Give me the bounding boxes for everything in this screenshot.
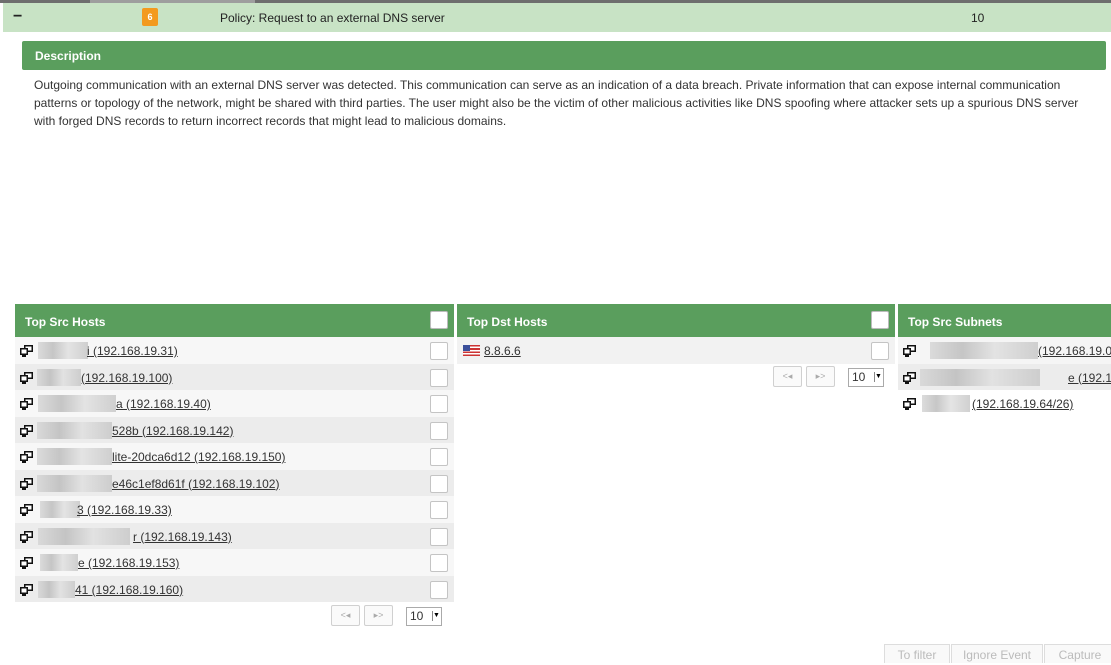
row-checkbox[interactable] bbox=[871, 342, 889, 360]
row-checkbox[interactable] bbox=[430, 501, 448, 519]
row-checkbox[interactable] bbox=[430, 368, 448, 387]
table-row[interactable]: a (192.168.19.40) bbox=[15, 390, 454, 417]
prev-page-button[interactable]: <◂ bbox=[773, 366, 802, 387]
row-checkbox[interactable] bbox=[430, 342, 448, 360]
table-row[interactable]: 528b (192.168.19.142) bbox=[15, 416, 454, 443]
event-policy-name: Policy: Request to an external DNS serve… bbox=[220, 11, 445, 25]
select-all-checkbox[interactable] bbox=[871, 311, 889, 329]
host-icon bbox=[20, 477, 34, 490]
host-link[interactable]: 8.8.6.6 bbox=[484, 344, 521, 358]
table-row[interactable]: e (192.168.19.153) bbox=[15, 549, 454, 576]
table-row[interactable]: r (192.168.19.143) bbox=[15, 522, 454, 549]
page-size-value: 10 bbox=[410, 609, 424, 623]
panel-title: Top Dst Hosts bbox=[467, 315, 548, 329]
page-size-select[interactable]: 10 ▼ bbox=[848, 368, 884, 387]
collapse-toggle[interactable]: − bbox=[13, 9, 27, 25]
row-checkbox[interactable] bbox=[430, 395, 448, 413]
redacted-hostname bbox=[40, 501, 80, 518]
redacted-hostname bbox=[38, 342, 88, 359]
panel-title: Top Src Hosts bbox=[25, 315, 106, 329]
us-flag-icon bbox=[463, 345, 480, 356]
top-src-hosts-panel: Top Src Hosts i (192.168.19.31) (192.168.… bbox=[15, 304, 454, 602]
redacted-hostname bbox=[37, 421, 112, 439]
table-row[interactable]: e46c1ef8d61f (192.168.19.102) bbox=[15, 469, 454, 496]
row-checkbox[interactable] bbox=[430, 448, 448, 466]
redacted-hostname bbox=[37, 474, 112, 492]
host-icon bbox=[20, 504, 34, 516]
host-link[interactable]: a (192.168.19.40) bbox=[116, 397, 211, 411]
host-link[interactable]: r (192.168.19.143) bbox=[133, 530, 232, 544]
host-link[interactable]: (192.168.19.100) bbox=[81, 371, 172, 385]
panel-header: Top Dst Hosts bbox=[457, 304, 895, 337]
subnet-icon bbox=[903, 345, 917, 357]
page-size-value: 10 bbox=[852, 370, 866, 384]
host-icon bbox=[20, 451, 34, 463]
panel-header: Top Src Subnets bbox=[898, 304, 1111, 337]
redacted-hostname bbox=[38, 527, 130, 545]
subnet-link[interactable]: (192.168.19.0 bbox=[1038, 344, 1111, 358]
subnet-icon bbox=[903, 371, 917, 384]
host-icon bbox=[20, 557, 34, 569]
redacted-hostname bbox=[38, 395, 116, 412]
row-checkbox[interactable] bbox=[430, 580, 448, 599]
next-page-button[interactable]: ▸> bbox=[806, 366, 835, 387]
subnet-icon bbox=[903, 398, 917, 410]
to-filter-button[interactable]: To filter bbox=[884, 644, 950, 663]
table-row[interactable]: lite-20dca6d12 (192.168.19.150) bbox=[15, 443, 454, 470]
panel-header: Top Src Hosts bbox=[15, 304, 454, 337]
table-row[interactable]: 8.8.6.6 bbox=[457, 337, 895, 364]
redacted-hostname bbox=[37, 368, 81, 386]
host-icon bbox=[20, 530, 34, 543]
host-icon bbox=[20, 424, 34, 437]
row-checkbox[interactable] bbox=[430, 527, 448, 546]
host-link[interactable]: lite-20dca6d12 (192.168.19.150) bbox=[112, 450, 285, 464]
table-row[interactable]: (192.168.19.0 bbox=[898, 337, 1111, 364]
host-link[interactable]: 3 (192.168.19.33) bbox=[77, 503, 172, 517]
next-page-button[interactable]: ▸> bbox=[364, 605, 393, 626]
host-icon bbox=[20, 371, 34, 384]
redacted-hostname bbox=[40, 554, 78, 571]
table-row[interactable]: i (192.168.19.31) bbox=[15, 337, 454, 364]
capture-button[interactable]: Capture bbox=[1044, 644, 1111, 663]
table-row[interactable]: 3 (192.168.19.33) bbox=[15, 496, 454, 523]
host-icon bbox=[20, 398, 34, 410]
host-link[interactable]: 41 (192.168.19.160) bbox=[75, 583, 183, 597]
redacted-hostname bbox=[37, 448, 112, 465]
severity-badge: 6 bbox=[142, 8, 158, 26]
redacted-subnet-name bbox=[930, 342, 1038, 359]
description-text: Outgoing communication with an external … bbox=[34, 78, 1079, 128]
top-dst-hosts-panel: Top Dst Hosts 8.8.6.6 bbox=[457, 304, 895, 364]
chevron-down-icon: ▼ bbox=[432, 611, 440, 621]
prev-page-button[interactable]: <◂ bbox=[331, 605, 360, 626]
host-icon bbox=[20, 345, 34, 357]
row-checkbox[interactable] bbox=[430, 474, 448, 493]
row-checkbox[interactable] bbox=[430, 421, 448, 440]
table-row[interactable]: e (192.16 bbox=[898, 363, 1111, 390]
subnet-link[interactable]: e (192.16 bbox=[1068, 371, 1111, 385]
row-checkbox[interactable] bbox=[430, 554, 448, 572]
host-link[interactable]: e (192.168.19.153) bbox=[78, 556, 179, 570]
select-all-checkbox[interactable] bbox=[430, 311, 448, 329]
page-size-select[interactable]: 10 ▼ bbox=[406, 607, 442, 626]
description-title: Description bbox=[35, 49, 102, 63]
ignore-event-button[interactable]: Ignore Event bbox=[951, 644, 1043, 663]
redacted-subnet-name bbox=[920, 368, 1040, 386]
table-row[interactable]: (192.168.19.64/26) bbox=[898, 390, 1111, 417]
table-row[interactable]: (192.168.19.100) bbox=[15, 363, 454, 390]
description-header: Description bbox=[22, 41, 1106, 70]
panel-title: Top Src Subnets bbox=[908, 315, 1003, 329]
subnet-link[interactable]: (192.168.19.64/26) bbox=[972, 397, 1073, 411]
event-row[interactable]: − 6 Policy: Request to an external DNS s… bbox=[3, 3, 1111, 32]
redacted-subnet-name bbox=[922, 395, 970, 412]
event-count: 10 bbox=[971, 11, 985, 25]
chevron-down-icon: ▼ bbox=[874, 372, 882, 382]
host-link[interactable]: 528b (192.168.19.142) bbox=[112, 424, 233, 438]
table-row[interactable]: 41 (192.168.19.160) bbox=[15, 575, 454, 602]
redacted-hostname bbox=[38, 580, 75, 598]
host-link[interactable]: e46c1ef8d61f (192.168.19.102) bbox=[112, 477, 279, 491]
host-icon bbox=[20, 583, 34, 596]
host-link[interactable]: i (192.168.19.31) bbox=[87, 344, 178, 358]
top-src-subnets-panel: Top Src Subnets (192.168.19.0 e (192.16 (1… bbox=[898, 304, 1111, 417]
